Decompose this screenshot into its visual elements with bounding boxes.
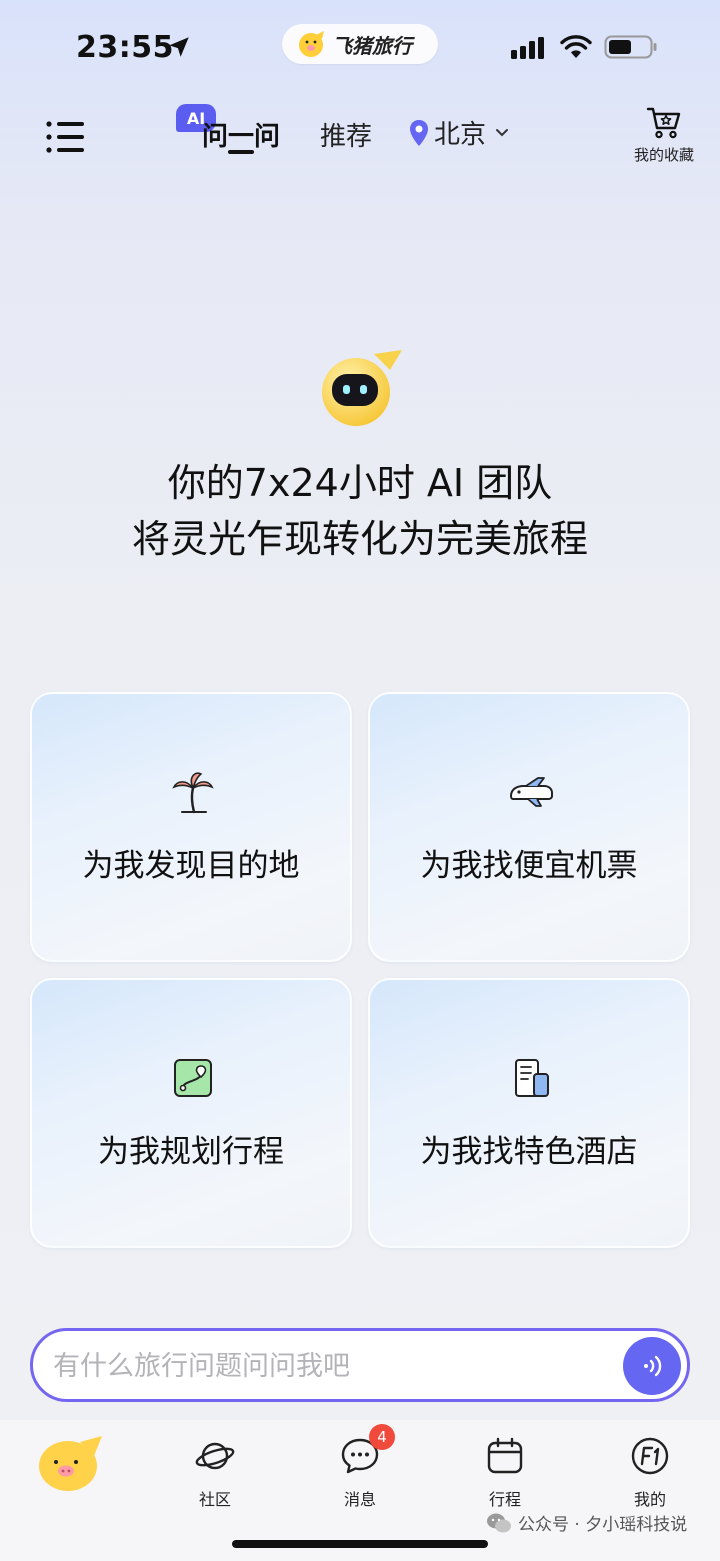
card-find-hotels[interactable]: 为我找特色酒店	[368, 978, 690, 1248]
hero-title: 你的7x24小时 AI 团队	[167, 461, 553, 505]
voice-button[interactable]	[623, 1337, 681, 1395]
card-label: 为我规划行程	[98, 1134, 284, 1170]
card-find-flights[interactable]: 为我找便宜机票	[368, 692, 690, 962]
tab-label: 消息	[343, 1490, 376, 1509]
planet-icon	[195, 1442, 235, 1470]
map-route-icon	[174, 1059, 212, 1097]
voice-waves-icon	[644, 1355, 662, 1377]
tab-mine[interactable]: 我的	[605, 1436, 695, 1510]
hero-subtitle: 将灵光乍现转化为完美旅程	[131, 517, 588, 561]
card-label: 为我发现目的地	[82, 848, 300, 884]
card-plan-itinerary[interactable]: 为我规划行程	[30, 978, 352, 1248]
fliggy-pig-icon	[299, 31, 324, 57]
tab-label: 社区	[198, 1490, 231, 1509]
card-label: 为我找便宜机票	[420, 848, 638, 884]
tab-label: 行程	[488, 1490, 521, 1509]
ask-input[interactable]	[53, 1341, 613, 1391]
menu-icon[interactable]	[44, 118, 86, 156]
tab-recommend[interactable]: 推荐	[320, 116, 372, 153]
brand-pill[interactable]: 飞猪旅行	[282, 24, 438, 64]
robot-mascot-icon	[322, 350, 402, 426]
profile-f1-icon	[631, 1437, 669, 1475]
city-selector[interactable]: 北京	[408, 114, 510, 151]
unread-badge: 4	[369, 1424, 395, 1450]
active-tab-indicator	[228, 150, 254, 154]
city-label: 北京	[434, 120, 487, 150]
plane-icon	[509, 777, 553, 807]
tab-ask-label: 问一问	[202, 122, 281, 152]
status-time: 23:55	[76, 30, 174, 65]
hotel-building-icon	[515, 1059, 549, 1097]
card-label: 为我找特色酒店	[420, 1134, 638, 1170]
fliggy-pig-icon[interactable]	[36, 1434, 106, 1492]
brand-name: 飞猪旅行	[332, 33, 412, 58]
watermark: 公众号 · 夕小瑶科技说	[486, 1510, 687, 1535]
favorites-label: 我的收藏	[633, 146, 694, 164]
tab-label: 我的	[633, 1490, 666, 1509]
home-indicator[interactable]	[232, 1540, 488, 1548]
wifi-icon	[560, 35, 592, 58]
cart-star-icon	[646, 107, 681, 139]
card-discover-destination[interactable]: 为我发现目的地	[30, 692, 352, 962]
calendar-icon	[487, 1437, 523, 1474]
location-arrow-icon	[169, 37, 189, 57]
chevron-down-icon	[496, 128, 509, 136]
wechat-icon	[487, 1513, 511, 1532]
ask-input-box[interactable]	[30, 1328, 690, 1402]
tab-ask[interactable]: AI 问一问	[176, 104, 292, 160]
watermark-text: 公众号 · 夕小瑶科技说	[518, 1515, 688, 1535]
tab-messages[interactable]: 4 消息	[315, 1424, 405, 1510]
palm-tree-icon	[172, 772, 214, 814]
tab-community[interactable]: 社区	[170, 1436, 260, 1510]
cellular-signal-icon	[511, 37, 544, 59]
battery-icon	[604, 35, 657, 59]
tab-trips[interactable]: 行程	[460, 1436, 550, 1510]
location-pin-icon	[410, 119, 428, 146]
favorites-button[interactable]: 我的收藏	[626, 106, 702, 170]
